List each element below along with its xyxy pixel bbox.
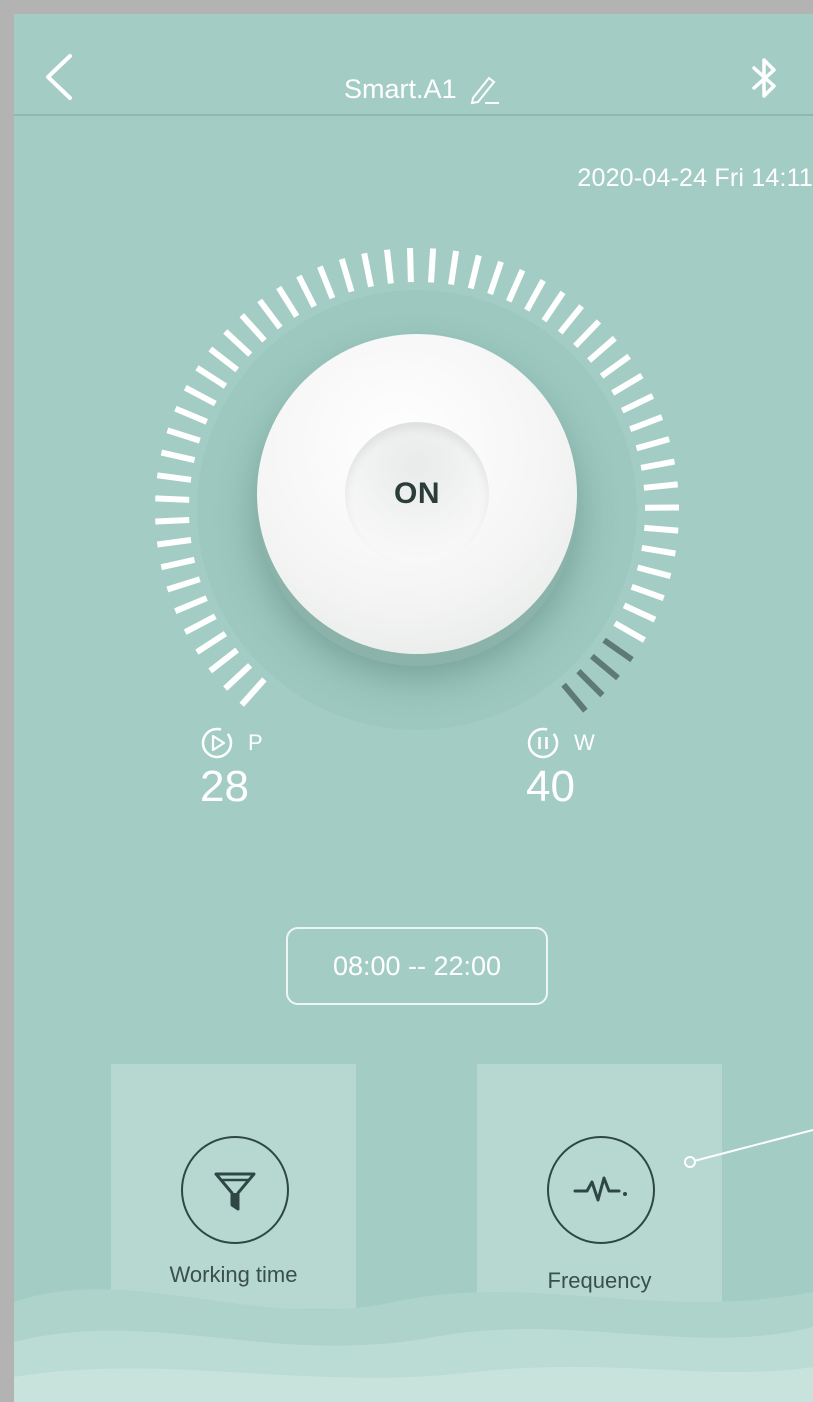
dial-tick bbox=[338, 258, 355, 293]
stat-p-letter: P bbox=[248, 730, 263, 755]
dial-tick bbox=[640, 458, 676, 471]
dial-tick bbox=[541, 290, 566, 323]
dial-tick bbox=[317, 265, 336, 300]
dial-tick bbox=[487, 260, 504, 295]
dial-tick bbox=[630, 583, 665, 602]
dial-tick bbox=[599, 353, 631, 379]
dial-tick bbox=[239, 313, 267, 343]
dial-tick bbox=[428, 248, 437, 283]
dial-tick bbox=[643, 481, 679, 491]
dial-tick bbox=[620, 393, 655, 414]
dial-tick bbox=[629, 414, 664, 433]
dial-tick bbox=[524, 278, 546, 312]
dial-tick bbox=[613, 620, 646, 643]
dial-tick bbox=[223, 663, 253, 691]
frequency-icon-ring bbox=[547, 1136, 655, 1244]
dial-tick bbox=[635, 436, 671, 452]
dial-tick bbox=[384, 249, 394, 284]
dial-tick bbox=[573, 319, 602, 348]
play-circle-icon bbox=[201, 727, 233, 759]
dial-tick bbox=[602, 637, 634, 663]
dial-tick bbox=[641, 544, 676, 557]
stat-w-letter: W bbox=[574, 730, 595, 755]
dial-tick bbox=[239, 677, 267, 707]
stat-p: P 28 bbox=[200, 726, 263, 812]
power-state-label: ON bbox=[394, 477, 440, 510]
stat-p-value: 28 bbox=[200, 762, 249, 811]
dial-tick bbox=[467, 254, 482, 290]
knob-center[interactable]: ON bbox=[345, 422, 489, 566]
dial-tick bbox=[155, 495, 190, 503]
dial-tick bbox=[589, 653, 620, 681]
working-time-icon-ring bbox=[181, 1136, 289, 1244]
dial-tick bbox=[195, 631, 228, 655]
dial-tick bbox=[155, 517, 190, 525]
dial-tick bbox=[587, 335, 617, 363]
power-knob[interactable]: ON bbox=[257, 334, 577, 654]
dial-tick bbox=[576, 668, 605, 698]
dial-tick bbox=[183, 385, 217, 407]
dial-tick bbox=[156, 537, 192, 548]
schedule-range-button[interactable]: 08:00 -- 22:00 bbox=[286, 927, 548, 1005]
dial-tick bbox=[257, 298, 283, 330]
dial-tick bbox=[557, 304, 584, 335]
dial-tick bbox=[611, 373, 644, 396]
dial-tick bbox=[156, 472, 192, 483]
dial-tick bbox=[407, 248, 414, 283]
dial-tick bbox=[622, 602, 657, 623]
dial-tick bbox=[174, 405, 208, 425]
dial-tick bbox=[506, 268, 526, 303]
dial-tick bbox=[174, 595, 208, 614]
app-screen: Smart.A1 2020-04-24 Fri 14:11 ON P 28 W … bbox=[14, 14, 813, 1402]
funnel-icon bbox=[214, 1172, 256, 1211]
dial-tick bbox=[644, 524, 679, 534]
dial-tick bbox=[208, 647, 239, 674]
pulse-icon bbox=[573, 1176, 627, 1202]
dial-tick bbox=[296, 274, 317, 308]
dial-tick bbox=[195, 365, 228, 389]
dial-tick bbox=[166, 576, 201, 593]
dial-tick bbox=[276, 285, 300, 318]
pause-circle-icon bbox=[527, 727, 559, 759]
dial-tick bbox=[361, 252, 374, 288]
dial-tick bbox=[166, 427, 201, 444]
dial-tick bbox=[561, 682, 588, 713]
stat-w-value: 40 bbox=[526, 762, 575, 811]
dial-tick bbox=[183, 613, 217, 635]
dial-tick bbox=[208, 346, 240, 373]
dial-tick bbox=[636, 564, 672, 580]
dial-tick bbox=[160, 556, 196, 571]
stat-w: W 40 bbox=[526, 726, 595, 812]
dial-tick bbox=[160, 449, 196, 464]
decorative-waves bbox=[14, 1289, 813, 1402]
dial-tick bbox=[223, 329, 253, 357]
dial-tick bbox=[448, 250, 460, 286]
